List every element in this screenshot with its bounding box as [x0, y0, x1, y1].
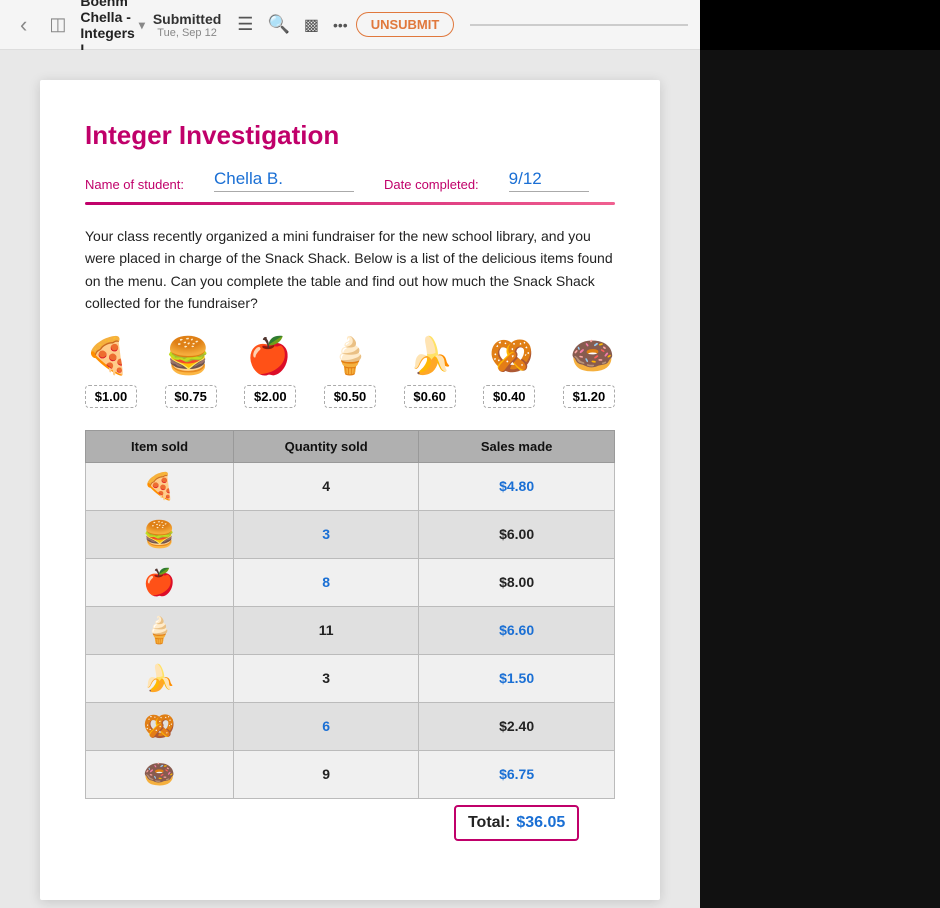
food-icon-5: 🥨	[489, 335, 534, 377]
table-cell-quantity: 8	[234, 558, 419, 606]
price-box-2: $2.00	[244, 385, 296, 408]
table-cell-quantity: 9	[234, 750, 419, 798]
food-icons-row: 🍕 🍔 🍎 🍦 🍌 🥨 🍩	[85, 335, 615, 377]
table-header: Item sold Quantity sold Sales made	[86, 430, 615, 462]
table-cell-icon: 🍩	[86, 750, 234, 798]
food-icon-3: 🍦	[328, 335, 373, 377]
col-header-item: Item sold	[86, 430, 234, 462]
table-cell-icon: 🍌	[86, 654, 234, 702]
table-cell-sales: $6.00	[419, 510, 615, 558]
table-row: 🍦11$6.60	[86, 606, 615, 654]
submitted-label: Submitted	[153, 11, 221, 27]
total-label: Total:	[468, 814, 510, 832]
title-dropdown-icon[interactable]: ▾	[139, 18, 145, 32]
food-icon-2: 🍎	[247, 335, 292, 377]
back-button[interactable]: ‹	[12, 8, 35, 42]
date-value: 9/12	[509, 169, 589, 192]
table-cell-sales: $1.50	[419, 654, 615, 702]
student-value: Chella B.	[214, 169, 354, 192]
price-box-0: $1.00	[85, 385, 137, 408]
more-icon[interactable]: •••	[333, 17, 348, 33]
top-bar-line	[470, 24, 688, 26]
price-box-4: $0.60	[404, 385, 456, 408]
table-cell-icon: 🥨	[86, 702, 234, 750]
table-cell-quantity: 3	[234, 510, 419, 558]
col-header-quantity: Quantity sold	[234, 430, 419, 462]
data-table: Item sold Quantity sold Sales made 🍕4$4.…	[85, 430, 615, 847]
total-value: $36.05	[516, 814, 565, 832]
submitted-date: Tue, Sep 12	[157, 27, 217, 39]
table-cell-sales: $2.40	[419, 702, 615, 750]
header-row: Item sold Quantity sold Sales made	[86, 430, 615, 462]
unsubmit-button[interactable]: UNSUBMIT	[356, 12, 455, 37]
total-empty-1	[86, 798, 234, 847]
page-title: Integer Investigation	[85, 120, 615, 151]
document-page: Integer Investigation Name of student: C…	[40, 80, 660, 900]
document-title: Boehm Chella - Integers I...	[80, 0, 134, 57]
col-header-sales: Sales made	[419, 430, 615, 462]
table-cell-icon: 🍦	[86, 606, 234, 654]
table-cell-quantity: 4	[234, 462, 419, 510]
table-cell-sales: $8.00	[419, 558, 615, 606]
right-panel	[700, 50, 940, 908]
table-row: 🥨6$2.40	[86, 702, 615, 750]
student-label: Name of student:	[85, 177, 184, 192]
main-layout: Integer Investigation Name of student: C…	[0, 50, 940, 908]
panel-toggle-icon[interactable]: ◫	[43, 10, 72, 39]
table-cell-quantity: 6	[234, 702, 419, 750]
divider	[85, 202, 615, 205]
food-icon-0: 🍕	[85, 335, 130, 377]
table-row: 🍎8$8.00	[86, 558, 615, 606]
list-icon[interactable]: ☰	[237, 14, 253, 35]
body-text: Your class recently organized a mini fun…	[85, 225, 615, 315]
airplay-icon[interactable]: ▩	[304, 15, 319, 35]
table-cell-icon: 🍎	[86, 558, 234, 606]
table-cell-icon: 🍔	[86, 510, 234, 558]
food-icon-4: 🍌	[408, 335, 453, 377]
table-row: 🍔3$6.00	[86, 510, 615, 558]
top-bar: ‹ ◫ Boehm Chella - Integers I... ▾ Submi…	[0, 0, 700, 50]
total-row: Total: $36.05	[86, 798, 615, 847]
table-cell-quantity: 3	[234, 654, 419, 702]
price-boxes-row: $1.00 $0.75 $2.00 $0.50 $0.60 $0.40 $1.20	[85, 385, 615, 408]
table-cell-sales: $6.60	[419, 606, 615, 654]
food-icon-6: 🍩	[570, 335, 615, 377]
table-body: 🍕4$4.80🍔3$6.00🍎8$8.00🍦11$6.60🍌3$1.50🥨6$2…	[86, 462, 615, 847]
table-cell-icon: 🍕	[86, 462, 234, 510]
table-cell-sales: $6.75	[419, 750, 615, 798]
student-date-row: Name of student: Chella B. Date complete…	[85, 169, 615, 192]
table-cell-sales: $4.80	[419, 462, 615, 510]
document-title-block: Boehm Chella - Integers I... ▾	[80, 0, 145, 57]
date-label: Date completed:	[384, 177, 479, 192]
price-box-3: $0.50	[324, 385, 376, 408]
total-box: Total: $36.05	[454, 805, 579, 841]
search-icon[interactable]: 🔍	[267, 14, 289, 35]
table-row: 🍌3$1.50	[86, 654, 615, 702]
price-box-6: $1.20	[563, 385, 615, 408]
submitted-block: Submitted Tue, Sep 12	[153, 11, 221, 39]
table-row: 🍩9$6.75	[86, 750, 615, 798]
document-area: Integer Investigation Name of student: C…	[0, 50, 700, 908]
total-empty-2	[234, 798, 419, 847]
price-box-1: $0.75	[165, 385, 217, 408]
total-cell: Total: $36.05	[419, 798, 615, 847]
toolbar-icons: ☰ 🔍 ▩ •••	[237, 14, 347, 35]
food-icon-1: 🍔	[166, 335, 211, 377]
table-row: 🍕4$4.80	[86, 462, 615, 510]
price-box-5: $0.40	[483, 385, 535, 408]
table-cell-quantity: 11	[234, 606, 419, 654]
